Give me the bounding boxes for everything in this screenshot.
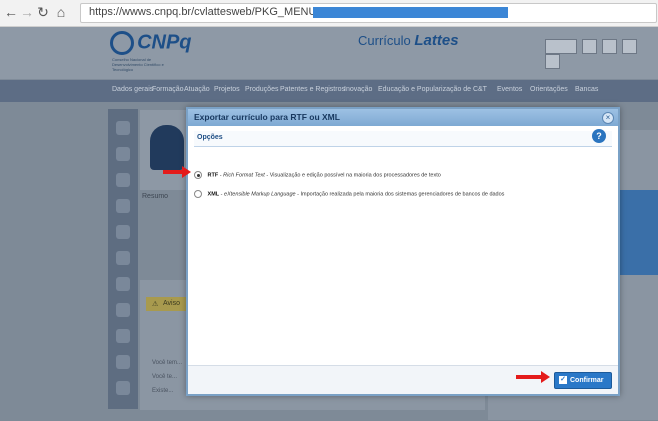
resumo-label: Resumo (142, 193, 169, 200)
rail-share-icon[interactable] (116, 355, 130, 369)
browser-toolbar: ← → ↻ ⌂ https://wwws.cnpq.br/cvlattesweb… (0, 0, 658, 27)
rail-chart-icon[interactable] (116, 173, 130, 187)
back-icon[interactable]: ← (4, 5, 18, 19)
options-section-header: Opções ? (194, 129, 612, 147)
left-rail (108, 109, 138, 409)
avatar (150, 125, 184, 170)
address-bar[interactable]: https://wwws.cnpq.br/cvlattesweb/PKG_MEN… (80, 3, 657, 23)
menu-item-dados-gerais[interactable]: Dados gerais (112, 86, 153, 93)
option-xml[interactable]: XML - eXtensible Markup Language - Impor… (194, 190, 504, 198)
menu-item-orientacoes[interactable]: Orientações (530, 86, 568, 93)
xml-radio[interactable] (194, 190, 202, 198)
contrast-icon[interactable] (545, 54, 560, 69)
font-increase-icon[interactable] (622, 39, 638, 54)
rtf-radio[interactable] (194, 171, 202, 179)
home-icon[interactable]: ⌂ (54, 5, 68, 19)
forward-icon[interactable]: → (20, 5, 34, 19)
rail-pin-icon[interactable] (116, 251, 130, 265)
cnpq-logo: CNPq (110, 31, 192, 55)
lattes-logo: Currículo Lattes (358, 32, 459, 49)
notice-row: Você te... (152, 374, 178, 380)
annotation-arrow-confirm (516, 371, 550, 383)
rail-export-icon[interactable] (116, 381, 130, 395)
font-decrease-icon[interactable] (602, 39, 618, 54)
close-icon[interactable]: × (602, 112, 614, 124)
export-dialog: Exportar currículo para RTF ou XML × Opç… (186, 107, 620, 396)
menu-item-bancas[interactable]: Bancas (575, 86, 598, 93)
header-tools (545, 39, 658, 69)
warning-icon: ⚠ (152, 301, 159, 308)
rail-doc-icon[interactable] (116, 303, 130, 317)
dialog-title: Exportar currículo para RTF ou XML (194, 112, 340, 122)
menu-item-formacao[interactable]: Formação (152, 86, 184, 93)
site-menu: Dados gerais Formação Atuação Projetos P… (0, 80, 658, 102)
dialog-titlebar: Exportar currículo para RTF ou XML × (188, 109, 618, 126)
rail-star-icon[interactable] (116, 121, 130, 135)
rail-zoom-icon[interactable] (116, 225, 130, 239)
cnpq-mark-icon (110, 31, 134, 55)
help-icon[interactable]: ? (592, 129, 606, 143)
option-rtf[interactable]: RTF - Rich Format Text - Visualização e … (194, 171, 441, 179)
menu-item-inovacao[interactable]: Inovação (344, 86, 372, 93)
dialog-footer: ✓ Confirmar (188, 365, 618, 394)
rail-home-icon[interactable] (116, 277, 130, 291)
options-section-title: Opções (197, 134, 223, 141)
site-header: CNPq Conselho Nacional de Desenvolviment… (0, 27, 658, 79)
notice-row: Você tem... (152, 360, 183, 366)
menu-item-patentes[interactable]: Patentes e Registros (280, 86, 345, 93)
annotation-arrow-rtf (163, 166, 191, 178)
check-icon: ✓ (559, 376, 567, 385)
menu-item-eventos[interactable]: Eventos (497, 86, 522, 93)
cnpq-subtitle: Conselho Nacional de Desenvolvimento Cie… (112, 57, 164, 72)
menu-item-educacao[interactable]: Educação e Popularização de C&T (378, 86, 487, 93)
reload-icon[interactable]: ↻ (36, 5, 50, 19)
menu-item-projetos[interactable]: Projetos (214, 86, 240, 93)
rail-list-icon[interactable] (116, 329, 130, 343)
menu-item-producoes[interactable]: Produções (245, 86, 278, 93)
donate-button[interactable] (545, 39, 577, 54)
url-redaction (313, 7, 508, 18)
menu-item-atuacao[interactable]: Atuação (184, 86, 210, 93)
rail-user-icon[interactable] (116, 147, 130, 161)
print-icon[interactable] (582, 39, 598, 54)
notice-row: Existe... (152, 388, 174, 394)
rail-search-icon[interactable] (116, 199, 130, 213)
confirm-button[interactable]: ✓ Confirmar (554, 372, 612, 389)
